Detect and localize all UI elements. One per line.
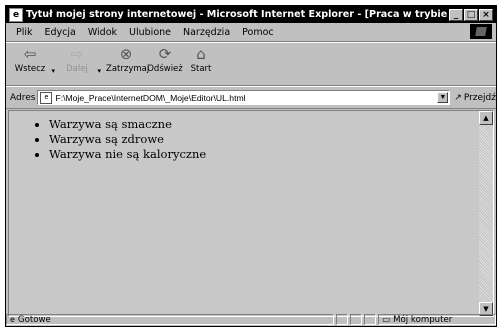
home-label: Start (190, 64, 212, 74)
status-bar: e Gotowe ▭ Mój komputer (6, 313, 496, 326)
back-label: Wstecz (14, 64, 46, 74)
vegetable-list: Warzywa są smaczne Warzywa są zdrowe War… (9, 117, 493, 161)
refresh-button[interactable]: ⟳ Odśwież (146, 45, 184, 74)
go-label: Przejdź (463, 92, 496, 103)
stop-icon: ⊗ (119, 45, 133, 63)
address-bar: Adres e F:\Moje_Prace\InternetDOM\_Moje\… (6, 86, 496, 109)
page-status-icon: e (10, 315, 15, 324)
list-item: Warzywa nie są kaloryczne (49, 147, 493, 161)
back-arrow-icon: ⇦ (23, 45, 37, 63)
minimize-button[interactable]: _ (449, 8, 463, 21)
page-icon: e (40, 91, 53, 104)
refresh-icon: ⟳ (158, 45, 172, 63)
address-dropdown-icon[interactable]: ▼ (437, 92, 449, 103)
menu-file[interactable]: Plik (6, 27, 39, 38)
list-item: Warzywa są smaczne (49, 117, 493, 131)
back-dropdown-icon[interactable]: ▾ (51, 67, 55, 75)
menu-edit[interactable]: Edycja (39, 27, 82, 38)
go-arrow-icon: ↗ (454, 92, 462, 103)
windows-logo-icon (470, 24, 492, 39)
menu-favorites[interactable]: Ulubione (123, 27, 177, 38)
menu-help[interactable]: Pomoc (236, 27, 280, 38)
address-input[interactable]: e F:\Moje_Prace\InternetDOM\_Moje\Editor… (37, 90, 451, 105)
back-button[interactable]: ⇦ Wstecz ▾ (12, 45, 55, 75)
vertical-scrollbar[interactable]: ▲ ▼ (479, 111, 493, 316)
stop-button[interactable]: ⊗ Zatrzymaj (106, 45, 150, 74)
home-icon: ⌂ (196, 45, 206, 63)
status-pane (350, 314, 362, 325)
browser-window: e Tytuł mojej strony internetowej - Micr… (5, 5, 497, 327)
menu-bar: Plik Edycja Widok Ulubione Narzędzia Pom… (6, 23, 496, 42)
forward-arrow-icon: ⇨ (70, 45, 84, 63)
go-button[interactable]: ↗ Przejdź (454, 93, 496, 103)
home-button[interactable]: ⌂ Start (188, 45, 214, 74)
computer-icon: ▭ (382, 314, 391, 325)
zone-label: Mój komputer (393, 314, 453, 325)
ie-icon: e (9, 7, 23, 22)
forward-label: Dalej (66, 64, 88, 74)
forward-button[interactable]: ⇨ Dalej ▾ (60, 45, 101, 75)
status-pane (364, 314, 376, 325)
scroll-up-icon[interactable]: ▲ (479, 111, 493, 125)
menu-tools[interactable]: Narzędzia (177, 27, 236, 38)
maximize-button[interactable]: □ (464, 8, 478, 21)
forward-dropdown-icon[interactable]: ▾ (97, 67, 101, 75)
refresh-label: Odśwież (147, 64, 183, 74)
status-text-pane: e Gotowe (6, 314, 334, 325)
list-item: Warzywa są zdrowe (49, 132, 493, 146)
stop-label: Zatrzymaj (106, 64, 150, 74)
menu-view[interactable]: Widok (82, 27, 123, 38)
status-text: Gotowe (17, 314, 51, 325)
page-content: Warzywa są smaczne Warzywa są zdrowe War… (8, 110, 494, 317)
address-value: F:\Moje_Prace\InternetDOM\_Moje\Editor\U… (55, 92, 246, 103)
close-button[interactable]: × (479, 8, 493, 21)
window-title: Tytuł mojej strony internetowej - Micros… (26, 9, 449, 20)
toolbar: ⇦ Wstecz ▾ ⇨ Dalej ▾ ⊗ Zatrzymaj ⟳ Odświ… (6, 42, 496, 86)
title-bar[interactable]: e Tytuł mojej strony internetowej - Micr… (6, 6, 496, 23)
status-pane (336, 314, 348, 325)
security-zone: ▭ Mój komputer (378, 314, 496, 325)
address-label: Adres (10, 92, 36, 103)
